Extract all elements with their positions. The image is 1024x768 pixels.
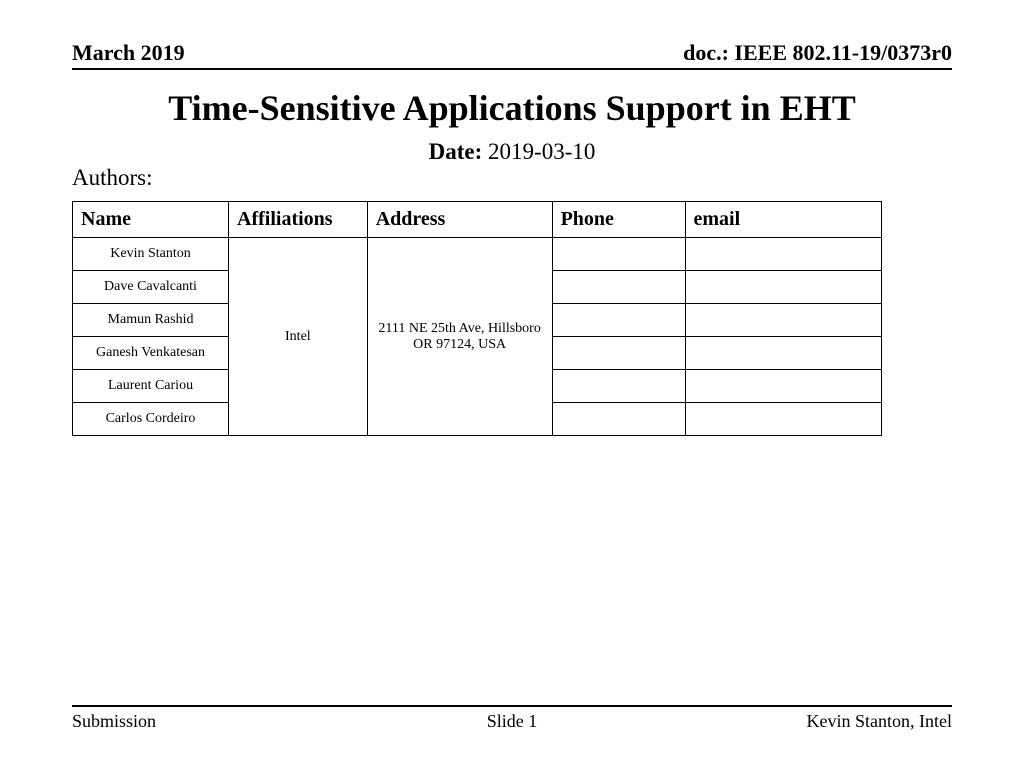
authors-label: Authors: xyxy=(72,165,952,191)
date-line: Date: 2019-03-10 xyxy=(72,139,952,165)
header-date: March 2019 xyxy=(72,40,185,66)
table-row: Kevin Stanton Intel 2111 NE 25th Ave, Hi… xyxy=(73,238,882,271)
cell-phone xyxy=(552,304,685,337)
header-doc-id: doc.: IEEE 802.11-19/0373r0 xyxy=(683,40,952,66)
slide-footer: Submission Slide 1 Kevin Stanton, Intel xyxy=(72,705,952,732)
footer-right: Kevin Stanton, Intel xyxy=(807,711,952,732)
cell-phone xyxy=(552,337,685,370)
cell-email xyxy=(685,337,882,370)
cell-name: Mamun Rashid xyxy=(73,304,229,337)
cell-name: Kevin Stanton xyxy=(73,238,229,271)
cell-email xyxy=(685,238,882,271)
footer-center: Slide 1 xyxy=(487,711,538,732)
cell-affiliation: Intel xyxy=(229,238,368,436)
cell-email xyxy=(685,403,882,436)
th-email: email xyxy=(685,202,882,238)
cell-phone xyxy=(552,271,685,304)
authors-table: Name Affiliations Address Phone email Ke… xyxy=(72,201,882,436)
date-label: Date: xyxy=(429,139,483,164)
cell-name: Dave Cavalcanti xyxy=(73,271,229,304)
cell-phone xyxy=(552,238,685,271)
cell-name: Ganesh Venkatesan xyxy=(73,337,229,370)
th-address: Address xyxy=(367,202,552,238)
cell-name: Carlos Cordeiro xyxy=(73,403,229,436)
table-header-row: Name Affiliations Address Phone email xyxy=(73,202,882,238)
cell-email xyxy=(685,304,882,337)
footer-left: Submission xyxy=(72,711,156,732)
cell-phone xyxy=(552,370,685,403)
cell-email xyxy=(685,271,882,304)
cell-address: 2111 NE 25th Ave, Hillsboro OR 97124, US… xyxy=(367,238,552,436)
slide-title: Time-Sensitive Applications Support in E… xyxy=(72,88,952,129)
cell-email xyxy=(685,370,882,403)
slide-header: March 2019 doc.: IEEE 802.11-19/0373r0 xyxy=(72,40,952,70)
th-affiliations: Affiliations xyxy=(229,202,368,238)
cell-name: Laurent Cariou xyxy=(73,370,229,403)
date-value: 2019-03-10 xyxy=(488,139,595,164)
th-name: Name xyxy=(73,202,229,238)
th-phone: Phone xyxy=(552,202,685,238)
cell-phone xyxy=(552,403,685,436)
